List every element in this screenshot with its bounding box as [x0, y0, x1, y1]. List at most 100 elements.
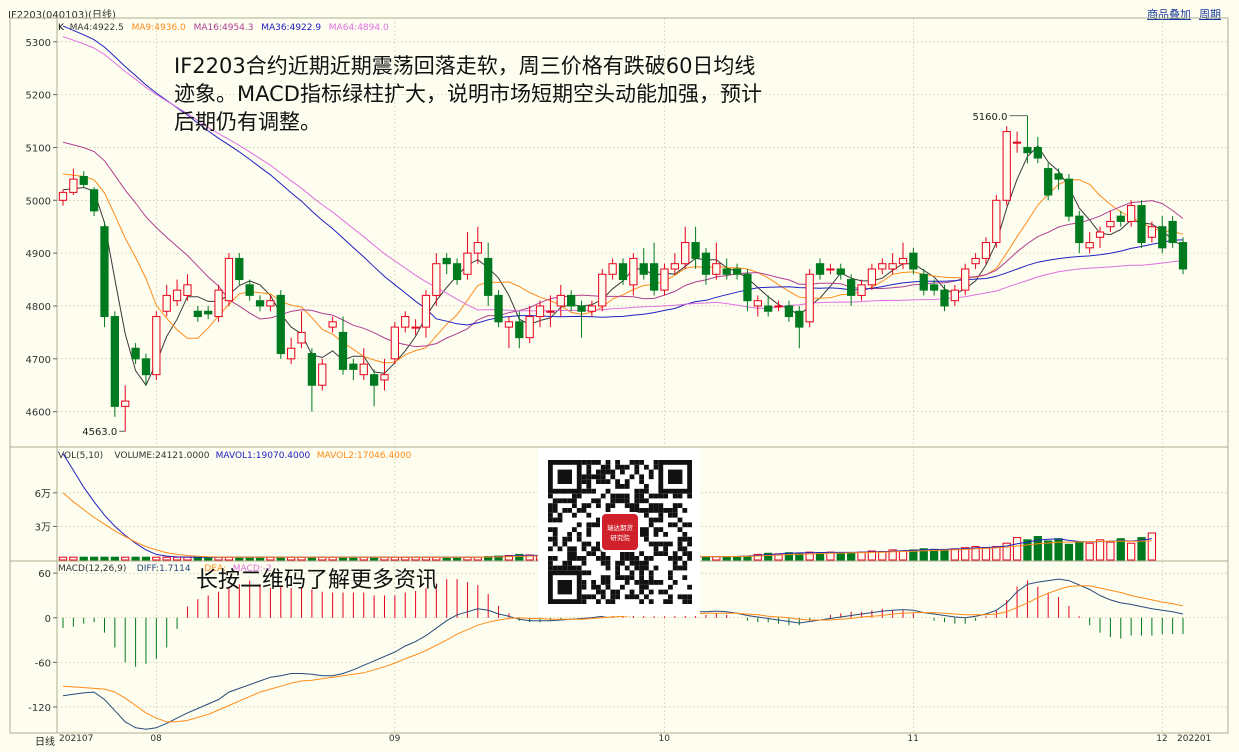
candle-up: [1095, 231, 1105, 238]
qr-module: [600, 469, 606, 475]
qr-module: [658, 541, 664, 547]
qr-module: [610, 594, 616, 600]
qr-module: [682, 532, 688, 537]
qr-module: [644, 565, 649, 571]
qr-module: [615, 460, 620, 465]
high-annotation: 5160.0: [972, 112, 1007, 123]
qr-module: [653, 546, 659, 552]
candle-up: [992, 199, 1001, 244]
qr-module: [581, 460, 587, 465]
macd-legend-item: DIFF:1.7114: [137, 564, 191, 574]
candle-down: [141, 358, 151, 376]
price-axis-tick-label: 4700: [26, 355, 51, 366]
candle-down: [452, 263, 462, 281]
low-annotation: 4563.0: [82, 427, 117, 438]
qr-module: [552, 508, 558, 513]
candle-down: [1064, 178, 1074, 217]
qr-module: [596, 460, 601, 465]
candle-down: [815, 263, 825, 275]
x-tick-label: 10: [658, 734, 670, 744]
qr-module: [624, 565, 630, 571]
qr-module: [581, 474, 587, 480]
qr-module: [620, 469, 625, 475]
candle-down: [100, 226, 109, 318]
qr-module: [639, 599, 644, 604]
candle-up: [898, 257, 908, 265]
qr-module: [552, 503, 558, 508]
qr-module: [653, 551, 659, 556]
candle-up: [805, 273, 814, 323]
volume-bar: [1106, 541, 1115, 561]
qr-module: [605, 580, 611, 585]
qr-module: [548, 493, 553, 499]
qr-module: [634, 460, 640, 465]
qr-module: [624, 484, 630, 489]
qr-module: [672, 565, 678, 571]
candle-up: [888, 263, 897, 270]
qr-module: [639, 508, 644, 513]
candle-down: [940, 289, 949, 307]
qr-module: [634, 503, 640, 508]
qr-module: [610, 599, 616, 604]
qr-module: [548, 536, 553, 542]
qr-module: [668, 584, 673, 590]
qr-module: [548, 512, 553, 518]
macd-axis-tick-label: -120: [28, 703, 51, 714]
qr-module: [548, 527, 553, 532]
qr-module: [581, 503, 587, 508]
qr-module: [605, 575, 611, 580]
qr-module: [605, 469, 611, 475]
qr-module: [629, 556, 635, 561]
qr-module: [682, 508, 688, 513]
qr-module: [581, 570, 587, 576]
candle-down: [764, 305, 773, 312]
qr-module: [586, 484, 592, 489]
qr-module: [672, 551, 678, 556]
volume-axis-tick-label: 3万: [35, 522, 51, 533]
volume-axis-tick-label: 6万: [35, 489, 51, 500]
volume-bar: [79, 556, 88, 561]
qr-module: [682, 536, 688, 542]
volume-bar: [1095, 539, 1105, 561]
candle-down: [577, 305, 586, 312]
qr-module: [639, 551, 644, 556]
qr-module: [648, 474, 654, 480]
volume-bar: [172, 556, 182, 561]
qr-module: [639, 498, 644, 504]
candle-up: [681, 242, 690, 265]
x-tick-label: 09: [389, 734, 401, 744]
qr-module: [687, 541, 692, 547]
qr-module: [615, 589, 620, 595]
candle-up: [1147, 226, 1157, 238]
qr-module: [624, 575, 630, 580]
qr-module: [677, 503, 683, 508]
qr-module: [644, 464, 649, 470]
qr-module: [620, 484, 625, 489]
qr-module: [663, 589, 668, 595]
kline-legend-item: MA16:4954.3: [194, 23, 254, 33]
kline-legend-item: MA9:4936.0: [132, 23, 186, 33]
qr-caption: 长按二维码了解更多资讯: [196, 568, 439, 593]
candle-down: [919, 273, 928, 291]
qr-module: [620, 560, 625, 566]
qr-module: [605, 560, 611, 566]
volume-bar: [1085, 542, 1094, 561]
qr-module: [668, 522, 673, 528]
qr-module: [624, 464, 630, 470]
candle-down: [909, 252, 918, 270]
candle-up: [69, 178, 78, 193]
qr-module: [624, 594, 630, 600]
qr-module: [639, 575, 644, 580]
qr-module: [634, 580, 640, 585]
qr-module: [653, 503, 659, 508]
volume-bar: [1147, 532, 1157, 561]
qr-module: [672, 512, 678, 518]
candle-down: [691, 242, 700, 259]
qr-module: [653, 532, 659, 537]
qr-module: [591, 546, 596, 552]
qr-finder-center: [557, 580, 572, 595]
qr-module: [572, 503, 577, 508]
qr-module: [620, 464, 625, 470]
macd-legend-item: MACD(12,26,9): [58, 564, 126, 574]
qr-module: [581, 560, 587, 566]
